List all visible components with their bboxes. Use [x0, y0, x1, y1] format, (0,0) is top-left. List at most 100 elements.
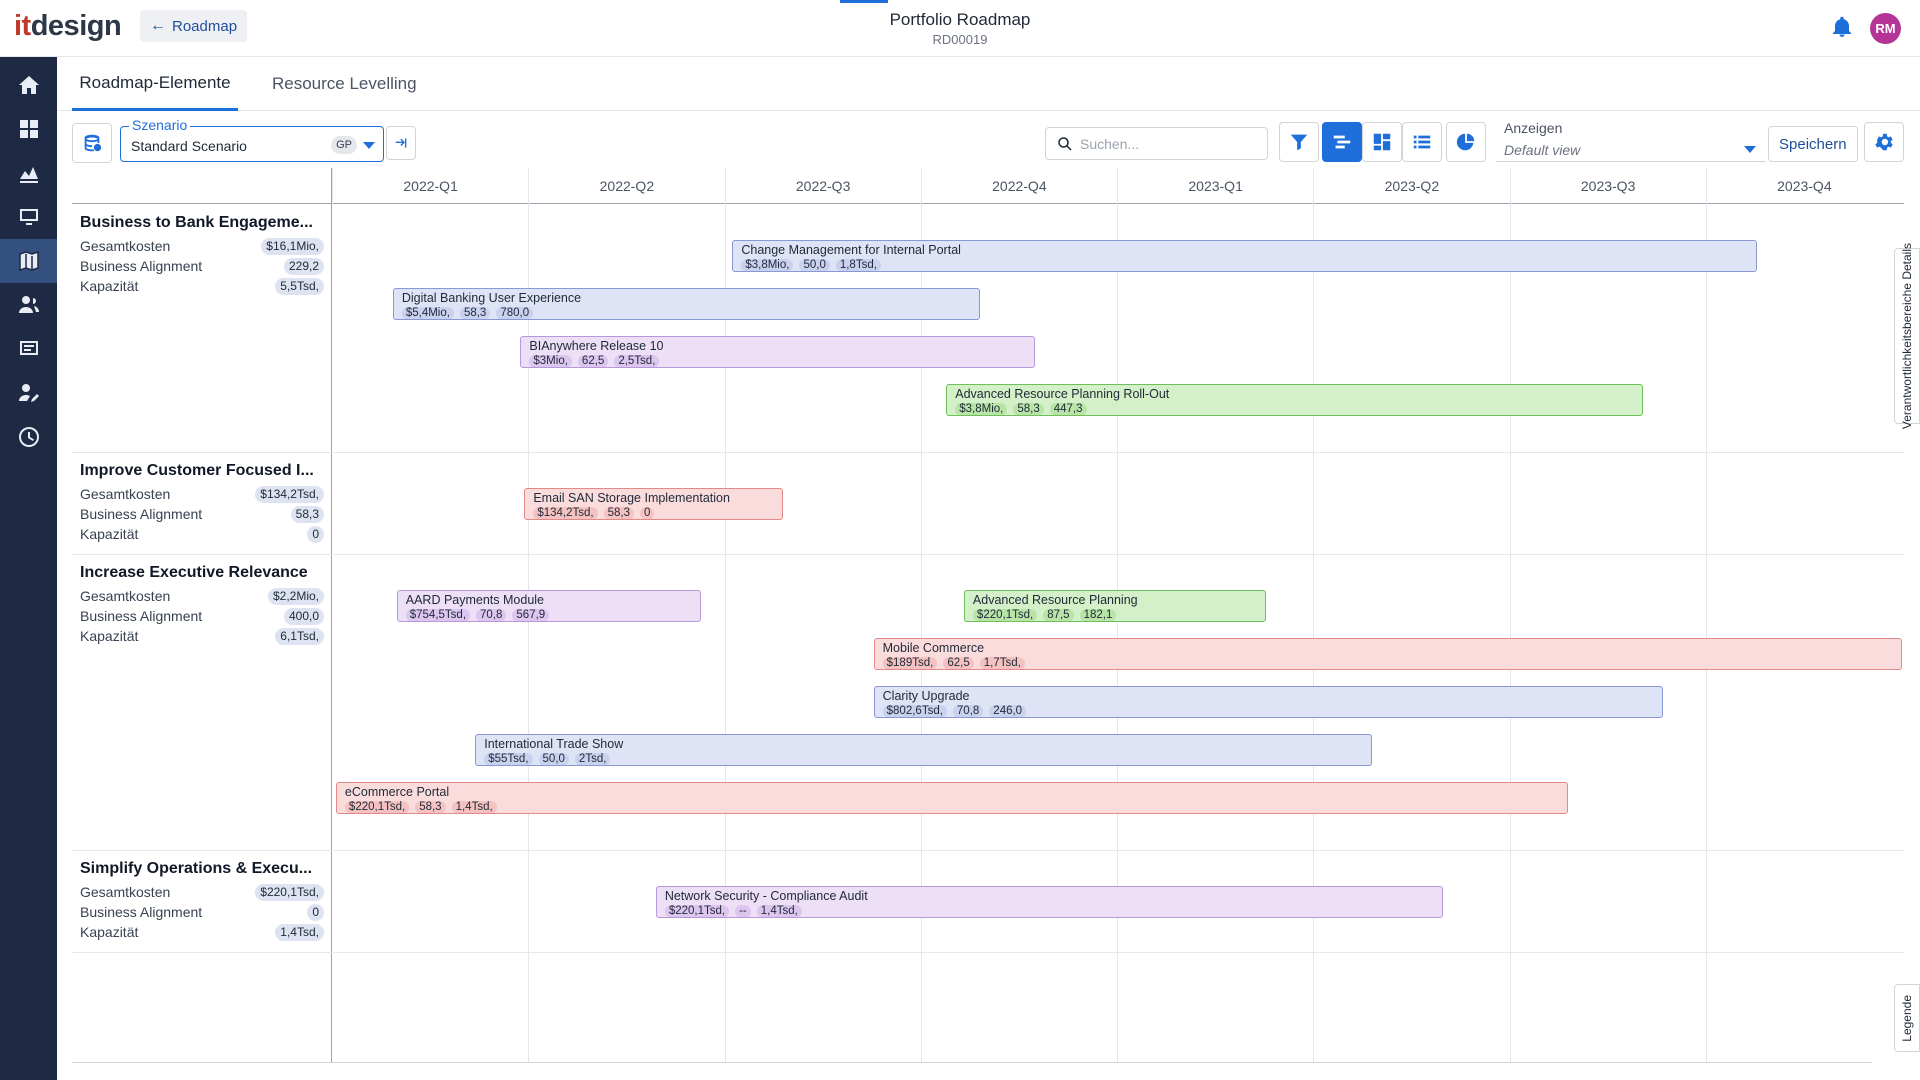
quarter-header: 2023-Q1 — [1117, 168, 1313, 204]
scenario-select[interactable]: Szenario Standard Scenario GP — [120, 117, 384, 162]
bar-metric-chip: 246,0 — [989, 705, 1027, 717]
roadmap-bar[interactable]: Network Security - Compliance Audit $220,… — [655, 886, 1443, 918]
roadmap-bar[interactable]: BIAnywhere Release 10 $3Mio, 62,5 2,5Tsd, — [520, 336, 1035, 368]
roadmap-bar[interactable]: eCommerce Portal $220,1Tsd, 58,3 1,4Tsd, — [335, 782, 1569, 814]
metric-label: Gesamtkosten — [80, 884, 171, 900]
view-select[interactable]: Anzeigen Default view — [1496, 120, 1766, 162]
list-card-icon[interactable] — [0, 327, 57, 371]
search-input[interactable] — [1080, 134, 1260, 154]
group-metric-cost: Gesamtkosten $134,2Tsd, — [80, 484, 324, 504]
gear-icon — [1875, 133, 1893, 151]
monitor-icon[interactable] — [0, 195, 57, 239]
group-separator — [72, 952, 1904, 953]
bar-metric-chip: $3,8Mio, — [955, 403, 1008, 415]
group-metric-alignment: Business Alignment 229,2 — [80, 256, 324, 276]
save-button[interactable]: Speichern — [1768, 126, 1858, 162]
bar-metrics: $3,8Mio, 58,3 447,3 — [955, 403, 1642, 415]
bar-metric-chip: 1,7Tsd, — [979, 657, 1025, 669]
group-separator — [72, 452, 1904, 453]
bar-name: Network Security - Compliance Audit — [664, 889, 868, 903]
details-side-tab[interactable]: Verantwortlichkeitsbereiche Details — [1894, 243, 1920, 429]
quarter-header: 2023-Q2 — [1313, 168, 1509, 204]
group-separator — [72, 554, 1904, 555]
group-title[interactable]: Improve Customer Focused I... — [80, 462, 324, 484]
bar-name: eCommerce Portal — [344, 785, 450, 799]
list-view-button[interactable] — [1402, 122, 1442, 162]
bar-metric-chip: 70,8 — [952, 705, 984, 717]
quarter-gridline — [1705, 204, 1707, 1063]
group-title[interactable]: Increase Executive Relevance — [80, 564, 324, 586]
quarter-gridline — [1509, 204, 1511, 1063]
settings-button[interactable] — [1864, 122, 1904, 162]
user-avatar[interactable]: RM — [1870, 13, 1901, 44]
group-title[interactable]: Simplify Operations & Execu... — [80, 860, 324, 882]
view-label: Anzeigen — [1504, 120, 1563, 136]
bar-name: Clarity Upgrade — [882, 689, 970, 703]
metric-value: 400,0 — [283, 607, 324, 625]
roadmap-bar[interactable]: Change Management for Internal Portal $3,… — [732, 240, 1757, 272]
bar-metric-chip: $189Tsd, — [882, 657, 938, 669]
gantt-view-button[interactable] — [1322, 122, 1362, 162]
page-subtitle: RD00019 — [932, 32, 988, 47]
users-icon[interactable] — [0, 283, 57, 327]
filter-button[interactable] — [1279, 122, 1319, 162]
roadmap-bar[interactable]: Advanced Resource Planning $220,1Tsd, 87,5… — [963, 590, 1267, 622]
notification-bell-icon[interactable] — [1830, 15, 1854, 39]
group-summary: Improve Customer Focused I... Gesamtkoste… — [80, 462, 324, 544]
scenario-badge: GP — [331, 136, 357, 154]
metric-label: Business Alignment — [80, 258, 203, 274]
bar-metric-chip: 70,8 — [476, 609, 507, 621]
search-field[interactable] — [1045, 127, 1268, 160]
chevron-down-icon — [1744, 146, 1756, 153]
home-icon[interactable] — [0, 63, 57, 107]
chart-area-icon[interactable] — [0, 151, 57, 195]
view-value: Default view — [1504, 142, 1581, 158]
bar-name: BIAnywhere Release 10 — [529, 339, 664, 353]
quarter-gridline — [1313, 204, 1315, 1063]
group-title[interactable]: Business to Bank Engageme... — [80, 214, 324, 236]
metric-label: Gesamtkosten — [80, 238, 171, 254]
quarter-header: 2022-Q3 — [724, 168, 921, 204]
app-header: itdesign ← Roadmap Portfolio Roadmap RD0… — [0, 0, 1920, 57]
group-metric-capacity: Kapazität 6,1Tsd, — [80, 626, 324, 646]
group-metric-cost: Gesamtkosten $2,2Mio, — [80, 586, 324, 606]
bar-name: Mobile Commerce — [882, 641, 985, 655]
roadmap-bar[interactable]: Digital Banking User Experience $5,4Mio, 5… — [392, 288, 980, 320]
grid-bottom-line — [72, 1062, 1872, 1063]
bar-metrics: $220,1Tsd, 58,3 1,4Tsd, — [344, 801, 1567, 813]
legend-side-tab[interactable]: Legende — [1894, 984, 1920, 1052]
bar-metric-chip: 58,3 — [1013, 403, 1044, 415]
roadmap-bar[interactable]: International Trade Show $55Tsd, 50,0 2Tsd, — [475, 734, 1373, 766]
pie-chart-view-button[interactable] — [1446, 122, 1486, 162]
roadmap-bar[interactable]: Advanced Resource Planning Roll-Out $3,8M… — [946, 384, 1643, 416]
metric-value: 58,3 — [290, 505, 324, 523]
bar-name: Email SAN Storage Implementation — [533, 491, 730, 505]
user-edit-icon[interactable] — [0, 371, 57, 415]
group-separator — [72, 850, 1904, 851]
scenario-database-button[interactable] — [72, 123, 112, 163]
bar-metric-chip: 182,1 — [1079, 609, 1117, 621]
map-icon[interactable] — [0, 239, 57, 283]
group-metric-cost: Gesamtkosten $220,1Tsd, — [80, 882, 324, 902]
roadmap-grid: 2022-Q1 2022-Q2 2022-Q3 2022-Q4 2023-Q1 2023-… — [72, 168, 1904, 1063]
compare-scenario-button[interactable] — [386, 126, 416, 160]
metric-label: Kapazität — [80, 526, 139, 542]
tab-roadmap-elemente[interactable]: Roadmap-Elemente — [72, 57, 238, 111]
dashboard-icon[interactable] — [0, 107, 57, 151]
clock-icon[interactable] — [0, 415, 57, 459]
roadmap-bar[interactable]: Mobile Commerce $189Tsd, 62,5 1,7Tsd, — [873, 638, 1902, 670]
tab-resource-levelling[interactable]: Resource Levelling — [272, 57, 417, 111]
bar-metrics: $220,1Tsd, 87,5 182,1 — [972, 609, 1265, 621]
search-icon — [1058, 137, 1072, 151]
bar-metrics: $55Tsd, 50,0 2Tsd, — [484, 753, 1371, 765]
group-summary: Business to Bank Engageme... Gesamtkosten… — [80, 214, 324, 296]
roadmap-bar[interactable]: Clarity Upgrade $802,6Tsd, 70,8 246,0 — [873, 686, 1663, 718]
roadmap-bar[interactable]: Email SAN Storage Implementation $134,2Ts… — [524, 488, 784, 520]
pie-chart-icon — [1456, 133, 1475, 151]
board-view-button[interactable] — [1362, 122, 1402, 162]
bar-metric-chip: $754,5Tsd, — [405, 609, 471, 621]
bar-metrics: $189Tsd, 62,5 1,7Tsd, — [882, 657, 1901, 669]
list-icon — [1413, 135, 1431, 149]
roadmap-bar[interactable]: AARD Payments Module $754,5Tsd, 70,8 567,9 — [396, 590, 701, 622]
bar-metric-chip: -- — [735, 905, 751, 917]
